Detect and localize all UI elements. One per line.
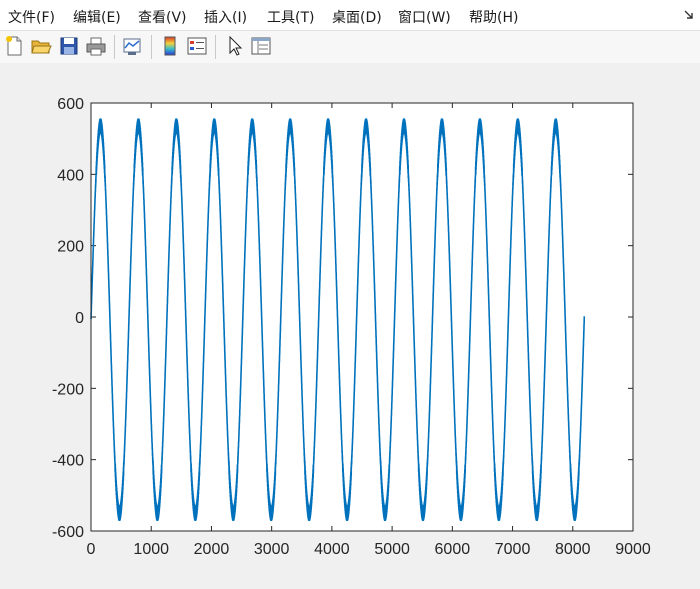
x-tick-label: 6000: [435, 541, 471, 558]
menu-bar: 文件(F) 编辑(E) 查看(V) 插入(I) 工具(T) 桌面(D) 窗口(W…: [0, 0, 700, 30]
menu-desktop[interactable]: 桌面(D): [332, 7, 382, 27]
y-tick-label: 400: [57, 167, 84, 184]
x-tick-label: 4000: [314, 541, 350, 558]
menu-insert[interactable]: 插入(I): [204, 7, 247, 27]
dock-arrow-icon[interactable]: [684, 10, 694, 20]
x-tick-label: 0: [87, 541, 96, 558]
menu-help[interactable]: 帮助(H): [469, 7, 518, 27]
menu-view[interactable]: 查看(V): [138, 7, 187, 27]
toolbar-separator: [114, 35, 115, 59]
select-pointer-icon[interactable]: [224, 35, 246, 57]
menu-tools[interactable]: 工具(T): [267, 7, 314, 27]
figure-toolbar: [0, 30, 700, 64]
y-tick-labels: -600 -400 -200 0 200 400 600: [52, 96, 84, 541]
toolbar-separator: [151, 35, 152, 59]
menu-window[interactable]: 窗口(W): [398, 7, 451, 27]
x-tick-label: 5000: [374, 541, 410, 558]
legend-icon[interactable]: [186, 35, 208, 57]
x-tick-label: 9000: [615, 541, 651, 558]
link-plot-icon[interactable]: [121, 35, 143, 57]
line-plot[interactable]: 0 1000 2000 3000 4000 5000 6000 7000 8000 9000 -6…: [0, 63, 700, 589]
save-icon[interactable]: [58, 35, 80, 57]
y-tick-label: 0: [75, 310, 84, 327]
open-file-icon[interactable]: [30, 35, 52, 57]
y-tick-label: -400: [52, 453, 84, 470]
figure-canvas: 0 1000 2000 3000 4000 5000 6000 7000 8000 9000 -6…: [0, 63, 700, 589]
x-tick-label: 1000: [133, 541, 169, 558]
colorbar-icon[interactable]: [159, 35, 181, 57]
y-tick-label: -600: [52, 524, 84, 541]
property-inspector-icon[interactable]: [250, 35, 272, 57]
x-tick-label: 8000: [555, 541, 591, 558]
print-icon[interactable]: [85, 35, 107, 57]
menu-edit[interactable]: 编辑(E): [73, 7, 121, 27]
toolbar-separator: [215, 35, 216, 59]
x-tick-label: 7000: [495, 541, 531, 558]
x-tick-labels: 0 1000 2000 3000 4000 5000 6000 7000 8000 9000: [87, 541, 651, 558]
menu-file[interactable]: 文件(F): [8, 7, 55, 27]
y-tick-label: 200: [57, 239, 84, 256]
y-tick-label: 600: [57, 96, 84, 113]
x-tick-label: 2000: [194, 541, 230, 558]
y-tick-label: -200: [52, 381, 84, 398]
x-tick-label: 3000: [254, 541, 290, 558]
new-figure-icon[interactable]: [3, 35, 25, 57]
